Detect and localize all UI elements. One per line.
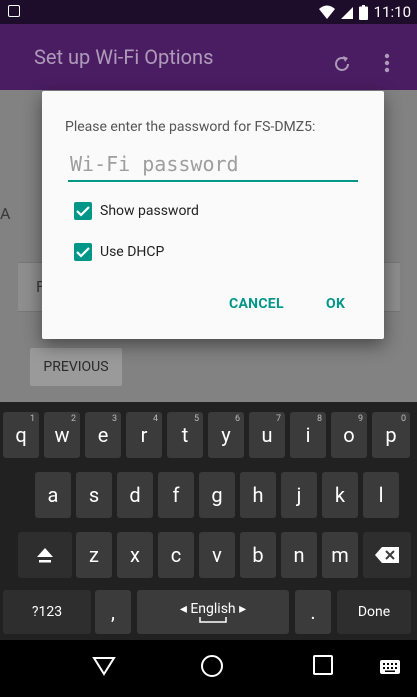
key-w[interactable]: 2w xyxy=(44,412,80,458)
key-hint: 0 xyxy=(400,414,406,424)
use-dhcp-checkbox[interactable] xyxy=(74,243,92,261)
space-bar-icon xyxy=(199,617,227,623)
refresh-icon[interactable] xyxy=(332,54,352,74)
use-dhcp-row[interactable]: Use DHCP xyxy=(74,243,164,261)
keyboard-switch-icon[interactable] xyxy=(380,660,400,674)
key-g[interactable]: g xyxy=(199,472,235,518)
shift-icon xyxy=(37,548,53,563)
backspace-icon xyxy=(375,547,399,563)
key-hint: 9 xyxy=(357,414,363,424)
key-comma[interactable]: , xyxy=(95,590,131,634)
key-label: o xyxy=(343,423,355,447)
ok-button[interactable]: OK xyxy=(326,296,345,312)
key-k[interactable]: k xyxy=(322,472,358,518)
key-f[interactable]: f xyxy=(158,472,194,518)
key-n[interactable]: n xyxy=(281,532,317,578)
key-p[interactable]: 0p xyxy=(372,412,410,458)
app-bar: Set up Wi-Fi Options xyxy=(0,24,417,90)
key-v[interactable]: v xyxy=(199,532,235,578)
key-hint: 6 xyxy=(234,414,240,424)
key-label: w xyxy=(54,423,70,447)
key-label: y xyxy=(221,423,231,447)
backspace-key[interactable] xyxy=(363,532,411,578)
key-r[interactable]: 4r xyxy=(126,412,162,458)
key-z[interactable]: z xyxy=(76,532,112,578)
key-a[interactable]: a xyxy=(35,472,71,518)
password-dialog: Please enter the password for FS-DMZ5: S… xyxy=(42,91,384,339)
wifi-icon xyxy=(318,5,335,19)
key-b[interactable]: b xyxy=(240,532,276,578)
key-h[interactable]: h xyxy=(240,472,276,518)
key-label: i xyxy=(305,423,311,447)
key-o[interactable]: 9o xyxy=(331,412,367,458)
key-label: q xyxy=(15,423,27,447)
key-t[interactable]: 5t xyxy=(167,412,203,458)
background-label-fragment: A xyxy=(0,204,11,223)
clock: 11:10 xyxy=(373,3,411,21)
back-icon[interactable] xyxy=(92,656,116,676)
key-hint: 7 xyxy=(275,414,281,424)
key-label: e xyxy=(97,423,109,447)
key-period[interactable]: . xyxy=(295,590,331,634)
recents-icon[interactable] xyxy=(313,655,333,675)
use-dhcp-label: Use DHCP xyxy=(100,244,165,260)
key-label: u xyxy=(261,423,273,447)
key-hint: 3 xyxy=(111,414,117,424)
navigation-bar xyxy=(0,640,417,697)
key-e[interactable]: 3e xyxy=(85,412,121,458)
key-u[interactable]: 7u xyxy=(249,412,285,458)
key-q[interactable]: 1q xyxy=(3,412,39,458)
show-password-row[interactable]: Show password xyxy=(74,202,199,220)
cell-signal-icon xyxy=(340,7,353,19)
key-i[interactable]: 8i xyxy=(290,412,326,458)
key-s[interactable]: s xyxy=(76,472,112,518)
page-title: Set up Wi-Fi Options xyxy=(34,45,214,69)
overflow-menu-icon[interactable] xyxy=(384,52,390,74)
show-password-checkbox[interactable] xyxy=(74,202,92,220)
checkmark-icon xyxy=(76,206,90,217)
dialog-message: Please enter the password for FS-DMZ5: xyxy=(65,119,316,135)
symbols-key[interactable]: ?123 xyxy=(3,590,91,634)
cancel-button[interactable]: CANCEL xyxy=(229,296,284,312)
home-icon[interactable] xyxy=(200,654,224,678)
soft-keyboard: 1q 2w 3e 4r 5t 6y 7u 8i 9o 0p a s d f g … xyxy=(0,402,417,640)
key-hint: 2 xyxy=(70,414,76,424)
previous-button[interactable]: PREVIOUS xyxy=(30,348,122,386)
key-y[interactable]: 6y xyxy=(208,412,244,458)
key-j[interactable]: j xyxy=(281,472,317,518)
battery-icon xyxy=(358,4,368,20)
status-icons: 11:10 xyxy=(318,3,411,21)
key-hint: 1 xyxy=(29,414,35,424)
image-notification-icon xyxy=(8,5,20,17)
key-m[interactable]: m xyxy=(322,532,358,578)
space-key-language-label: ◂ English ▸ xyxy=(179,601,247,617)
key-hint: 8 xyxy=(316,414,322,424)
key-hint: 4 xyxy=(152,414,158,424)
shift-key[interactable] xyxy=(18,532,72,578)
show-password-label: Show password xyxy=(100,203,199,219)
key-label: r xyxy=(140,423,148,447)
key-d[interactable]: d xyxy=(117,472,153,518)
space-key[interactable]: ◂ English ▸ xyxy=(137,590,289,634)
done-key[interactable]: Done xyxy=(337,590,411,634)
wifi-password-input[interactable] xyxy=(68,148,358,182)
status-bar: 11:10 xyxy=(0,0,417,24)
key-hint: 5 xyxy=(193,414,199,424)
key-label: p xyxy=(385,423,397,447)
key-c[interactable]: c xyxy=(158,532,194,578)
key-label: t xyxy=(181,423,189,447)
key-x[interactable]: x xyxy=(117,532,153,578)
key-l[interactable]: l xyxy=(363,472,399,518)
checkmark-icon xyxy=(76,247,90,258)
